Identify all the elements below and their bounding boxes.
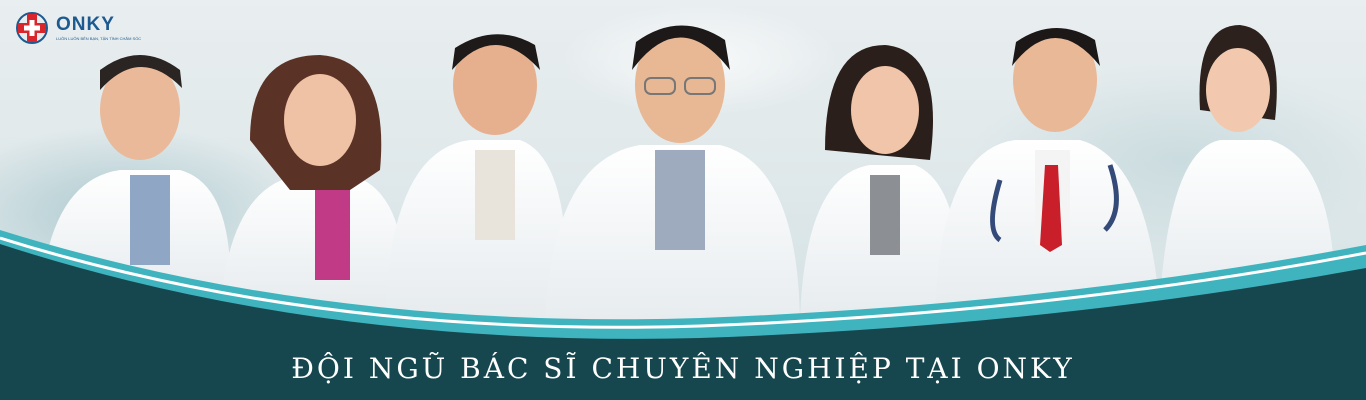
medical-cross-icon xyxy=(16,12,48,44)
logo-tagline: LUÔN LUÔN BÊN BẠN, TẬN TÌNH CHĂM SÓC xyxy=(56,36,142,41)
logo-brand-text: ONKY xyxy=(56,14,115,35)
wave-band xyxy=(0,230,1366,400)
onky-logo[interactable]: ONKY LUÔN LUÔN BÊN BẠN, TẬN TÌNH CHĂM SÓ… xyxy=(14,8,144,48)
hero-banner: ONKY LUÔN LUÔN BÊN BẠN, TẬN TÌNH CHĂM SÓ… xyxy=(0,0,1366,400)
banner-headline: ĐỘI NGŨ BÁC SĨ CHUYÊN NGHIỆP TẠI ONKY xyxy=(291,352,1075,385)
